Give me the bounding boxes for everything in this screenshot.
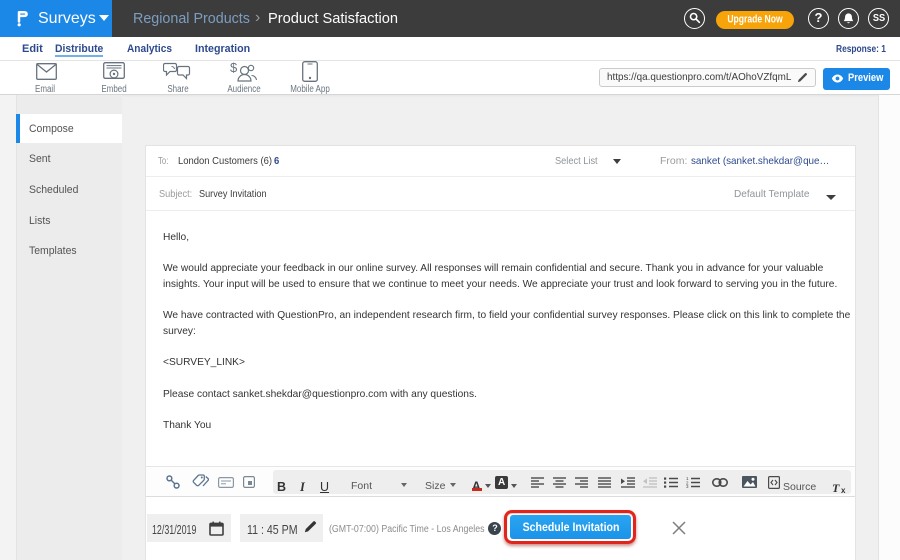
svg-text:$: $ [230, 61, 238, 75]
svg-text:3: 3 [686, 484, 689, 488]
